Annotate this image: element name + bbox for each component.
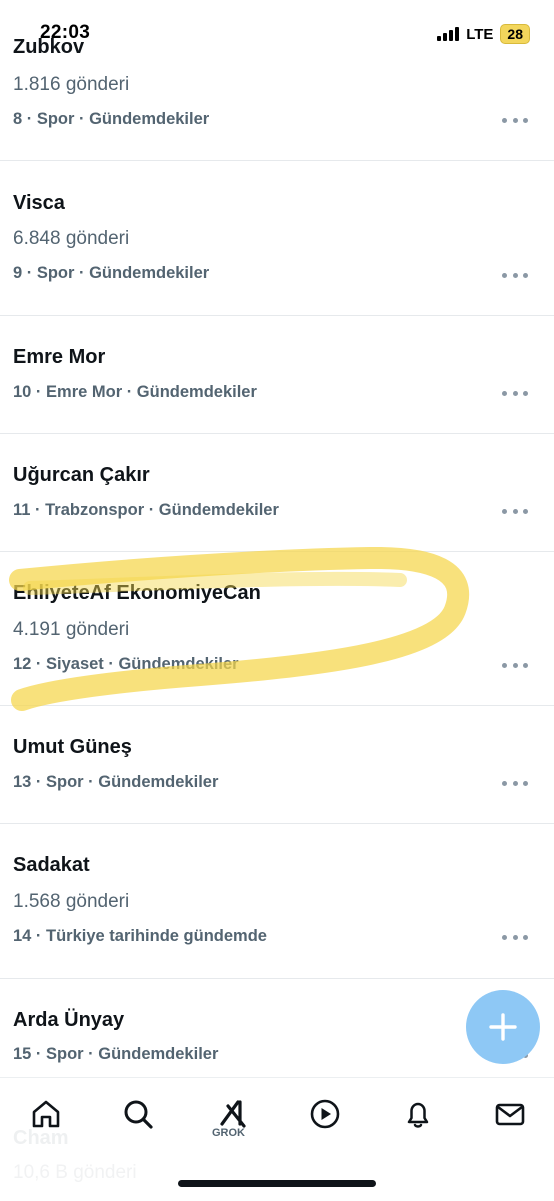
more-dots-icon[interactable] bbox=[502, 778, 528, 788]
bell-icon[interactable] bbox=[398, 1094, 438, 1134]
home-icon[interactable] bbox=[26, 1094, 66, 1134]
plus-icon bbox=[489, 1013, 517, 1041]
trend-post-count: 4.191 gönderi bbox=[13, 619, 130, 640]
trend-meta: 13 · Spor · Gündemdekiler bbox=[13, 773, 219, 791]
trend-item[interactable]: Uğurcan Çakır 11 · Trabzonspor · Gündemd… bbox=[0, 433, 554, 552]
trend-item[interactable]: Sadakat 1.568 gönderi 14 · Türkiye tarih… bbox=[0, 823, 554, 979]
trend-item[interactable]: Visca 6.848 gönderi 9 · Spor · Gündemdek… bbox=[0, 160, 554, 316]
trend-meta: 15 · Spor · Gündemdekiler bbox=[13, 1045, 219, 1063]
more-dots-icon[interactable] bbox=[502, 506, 528, 516]
trend-meta: 14 · Türkiye tarihinde gündemde bbox=[13, 927, 267, 945]
trend-meta: 9 · Spor · Gündemdekiler bbox=[13, 264, 210, 282]
more-dots-icon[interactable] bbox=[502, 388, 528, 398]
play-icon[interactable] bbox=[305, 1094, 345, 1134]
status-time: 22:03 bbox=[40, 22, 91, 43]
trend-title: Sadakat bbox=[13, 854, 90, 876]
trend-post-count: 6.848 gönderi bbox=[13, 228, 130, 249]
trend-title: Uğurcan Çakır bbox=[13, 464, 150, 486]
more-dots-icon[interactable] bbox=[502, 932, 528, 942]
network-type: LTE bbox=[466, 25, 494, 43]
mail-icon[interactable] bbox=[490, 1094, 530, 1134]
trend-item[interactable]: EhliyeteAf EkonomiyeCan 4.191 gönderi 12… bbox=[0, 551, 554, 706]
cellular-signal-icon bbox=[437, 27, 460, 41]
more-dots-icon[interactable] bbox=[502, 660, 528, 670]
trend-title: Umut Güneş bbox=[13, 736, 132, 758]
trend-item[interactable]: Umut Güneş 13 · Spor · Gündemdekiler bbox=[0, 705, 554, 824]
trend-meta: 11 · Trabzonspor · Gündemdekiler bbox=[13, 501, 279, 519]
status-indicators: LTE 28 bbox=[437, 24, 530, 44]
trend-item[interactable]: Emre Mor 10 · Emre Mor · Gündemdekiler bbox=[0, 315, 554, 434]
battery-indicator: 28 bbox=[500, 24, 530, 44]
trend-post-count: 1.816 gönderi bbox=[13, 74, 130, 95]
search-icon[interactable] bbox=[118, 1094, 158, 1134]
home-indicator[interactable] bbox=[178, 1180, 376, 1187]
trend-title: Emre Mor bbox=[13, 346, 106, 368]
compose-button[interactable] bbox=[466, 990, 540, 1064]
more-dots-icon[interactable] bbox=[502, 270, 528, 280]
grok-label: GROK bbox=[212, 1127, 245, 1139]
trend-meta: 10 · Emre Mor · Gündemdekiler bbox=[13, 383, 257, 401]
trend-meta: 12 · Siyaset · Gündemdekiler bbox=[13, 655, 239, 673]
more-dots-icon[interactable] bbox=[502, 115, 528, 125]
trend-title: Arda Ünyay bbox=[13, 1009, 125, 1031]
status-bar: 22:03 LTE 28 bbox=[0, 0, 554, 70]
trend-meta: 8 · Spor · Gündemdekiler bbox=[13, 110, 210, 128]
trend-title: EhliyeteAf EkonomiyeCan bbox=[13, 582, 261, 604]
trend-post-count: 1.568 gönderi bbox=[13, 891, 130, 912]
trend-title: Visca bbox=[13, 192, 65, 214]
